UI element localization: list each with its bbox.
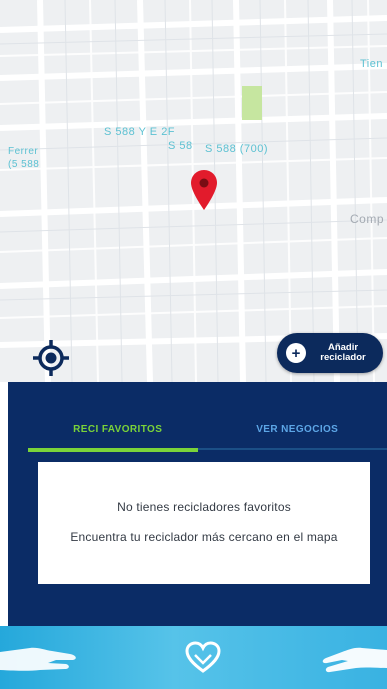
add-recycler-button[interactable]: + Añadir reciclador <box>277 333 383 373</box>
place-label: Comp <box>350 212 385 226</box>
add-recycler-label-line2: reciclador <box>320 352 366 363</box>
plus-circle-icon: + <box>286 343 306 363</box>
street-label: S 58 <box>168 140 193 152</box>
heart-icon[interactable] <box>184 640 222 674</box>
place-label: Tien <box>360 58 383 70</box>
empty-state-message: Encuentra tu reciclador más cercano en e… <box>70 530 338 544</box>
street-label: S 588 Y E 2F <box>104 126 176 138</box>
tab-businesses[interactable]: VER NEGOCIOS <box>208 412 387 440</box>
tab-underline <box>28 448 387 452</box>
favorites-panel: RECI FAVORITOS VER NEGOCIOS No tienes re… <box>8 382 387 626</box>
street-label: S 588 (700) <box>205 143 268 155</box>
street-label: Ferrer <box>8 146 39 157</box>
hand-icon[interactable] <box>318 638 387 678</box>
add-recycler-label: Añadir reciclador <box>312 343 374 363</box>
empty-state-title: No tienes recicladores favoritos <box>117 500 291 514</box>
park-area <box>242 86 262 120</box>
tab-bar: RECI FAVORITOS VER NEGOCIOS <box>28 412 387 440</box>
active-tab-indicator <box>28 448 198 452</box>
empty-state-card: No tienes recicladores favoritos Encuent… <box>38 462 370 584</box>
hand-icon[interactable] <box>0 638 82 678</box>
street-label: (5 588 <box>8 159 40 170</box>
map-pin-icon[interactable] <box>190 169 218 211</box>
map-view[interactable]: S 588 Y E 2F S 58 S 588 (700) Ferrer (5 … <box>0 0 387 382</box>
bottom-navigation <box>0 626 387 689</box>
tab-favorites[interactable]: RECI FAVORITOS <box>28 412 208 440</box>
crosshair-icon[interactable] <box>30 337 72 379</box>
